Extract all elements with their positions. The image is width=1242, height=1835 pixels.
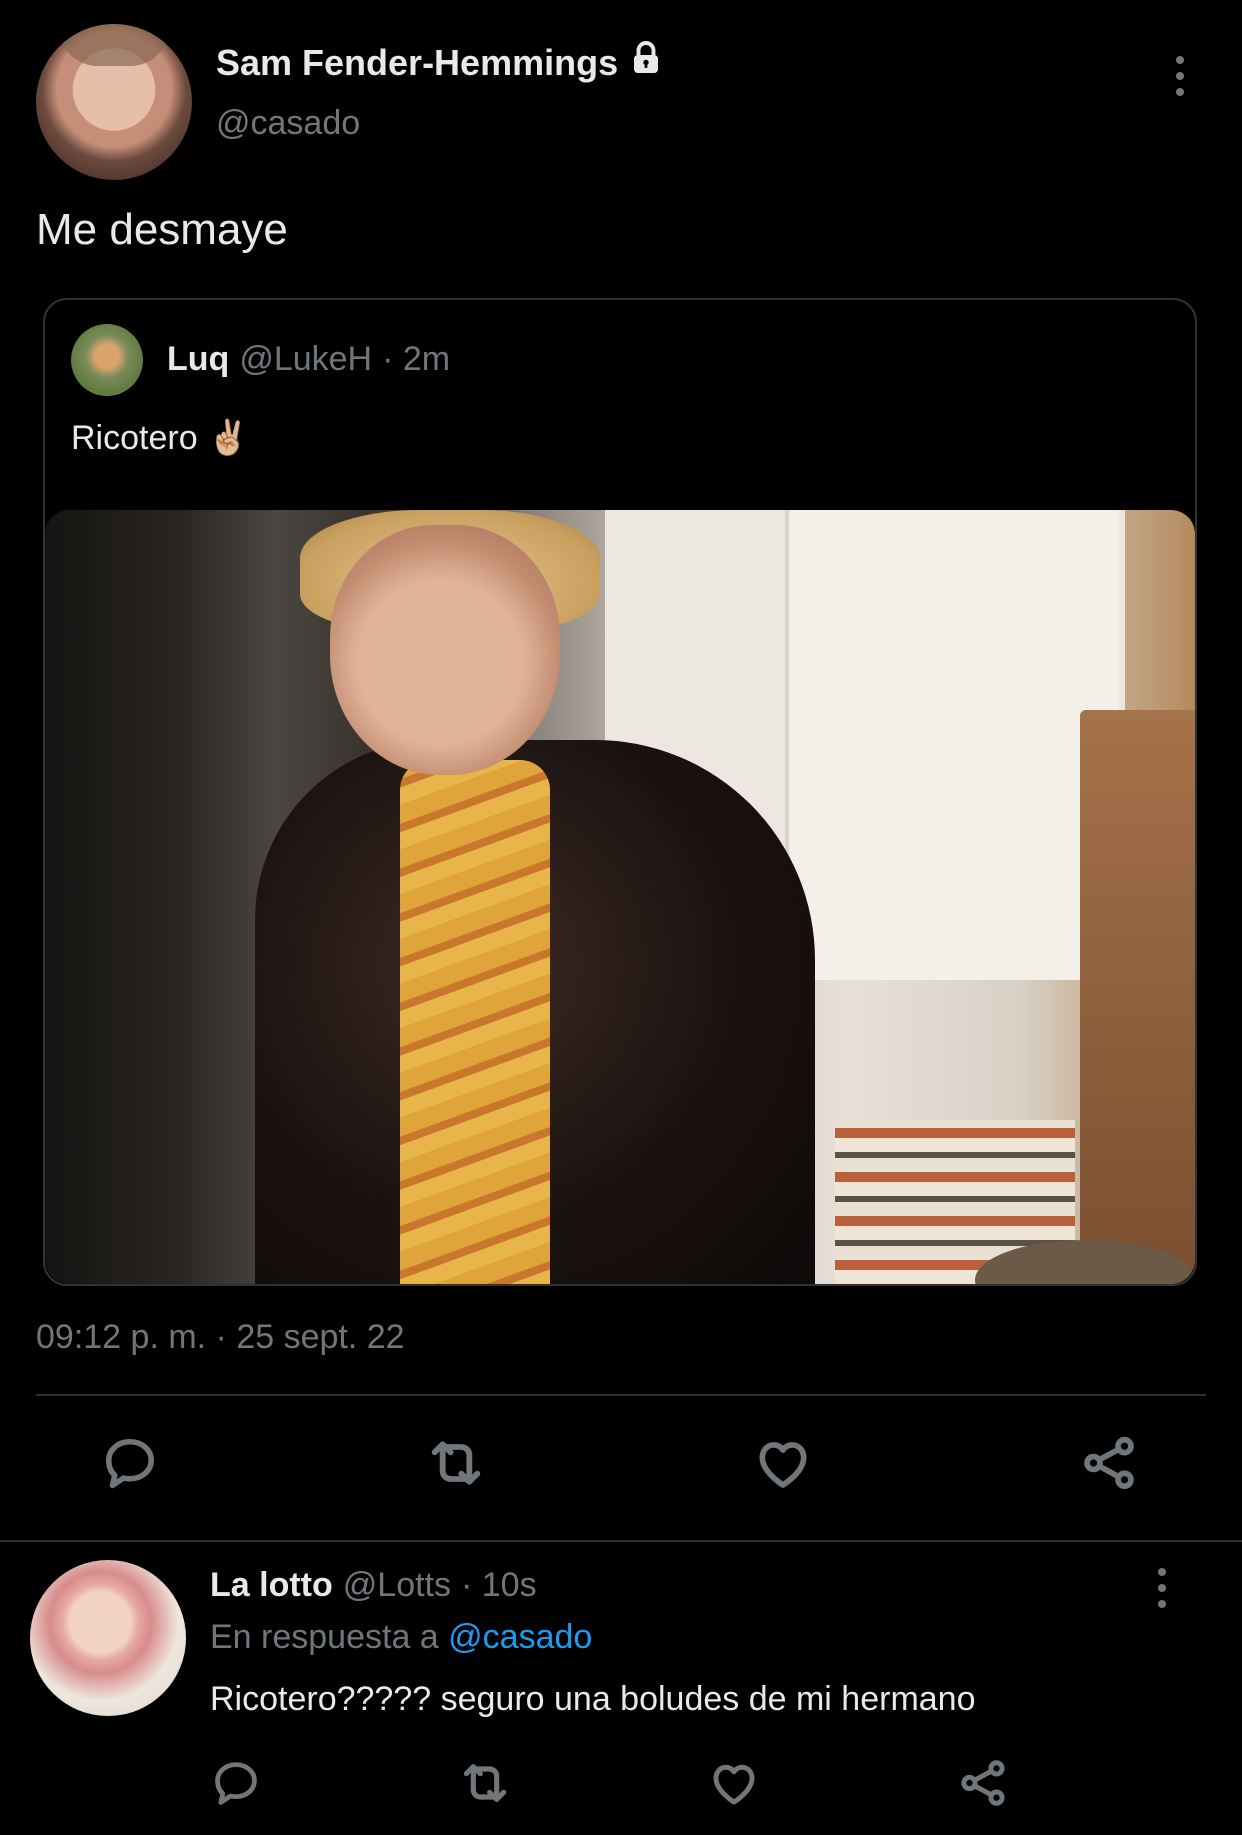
divider — [36, 1394, 1206, 1396]
author-name[interactable]: Sam Fender-Hemmings — [216, 40, 664, 85]
reply-text: Ricotero????? seguro una boludes de mi h… — [210, 1680, 976, 1718]
quoted-photo[interactable] — [45, 510, 1195, 1284]
replying-prefix: En respuesta a — [210, 1618, 439, 1656]
reply-retweet-button[interactable] — [457, 1755, 513, 1816]
comment-icon — [210, 1757, 262, 1814]
quoted-header: Luq @LukeH · 2m — [167, 340, 450, 379]
author-name-text: Sam Fender-Hemmings — [216, 41, 619, 83]
reply-button[interactable] — [100, 1433, 160, 1498]
quoted-text: Ricotero ✌🏼 — [71, 419, 250, 457]
quoted-author-avatar[interactable] — [71, 324, 143, 396]
reply-header: La lotto @Lotts · 10s — [210, 1566, 537, 1605]
section-separator — [0, 1540, 1242, 1542]
replying-to: En respuesta a @casado — [210, 1618, 592, 1657]
reply-action-bar — [210, 1755, 1010, 1815]
tweet-text: Me desmaye — [36, 205, 288, 254]
reply-reply-button[interactable] — [210, 1757, 262, 1814]
reply-author-handle[interactable]: @Lotts — [343, 1566, 451, 1605]
author-avatar[interactable] — [36, 24, 192, 180]
reply-more-vertical-icon[interactable] — [1152, 1568, 1172, 1608]
lock-icon — [628, 40, 664, 85]
quoted-author-name: Luq — [167, 340, 230, 378]
retweet-icon — [424, 1431, 488, 1500]
more-vertical-icon[interactable] — [1170, 56, 1190, 96]
quoted-tweet[interactable]: Luq @LukeH · 2m Ricotero ✌🏼 — [43, 298, 1197, 1286]
tweet-action-bar — [100, 1430, 1140, 1500]
tweet-timestamp[interactable]: 09:12 p. m. · 25 sept. 22 — [36, 1318, 405, 1357]
reply-author-avatar[interactable] — [30, 1560, 186, 1716]
quoted-time: · 2m — [382, 340, 451, 378]
author-handle[interactable]: @casado — [216, 104, 360, 143]
share-button[interactable] — [1078, 1432, 1140, 1499]
share-icon — [956, 1756, 1010, 1815]
reply-share-button[interactable] — [956, 1756, 1010, 1815]
share-icon — [1078, 1432, 1140, 1499]
heart-icon — [707, 1756, 761, 1815]
quoted-author-handle: @LukeH — [239, 340, 373, 378]
reply-like-button[interactable] — [707, 1756, 761, 1815]
heart-icon — [752, 1432, 814, 1499]
comment-icon — [100, 1433, 160, 1498]
retweet-icon — [457, 1755, 513, 1816]
like-button[interactable] — [752, 1432, 814, 1499]
reply-author-name[interactable]: La lotto — [210, 1566, 333, 1605]
replying-to-link[interactable]: @casado — [448, 1618, 592, 1656]
reply-time: · 10s — [461, 1566, 537, 1604]
retweet-button[interactable] — [424, 1431, 488, 1500]
